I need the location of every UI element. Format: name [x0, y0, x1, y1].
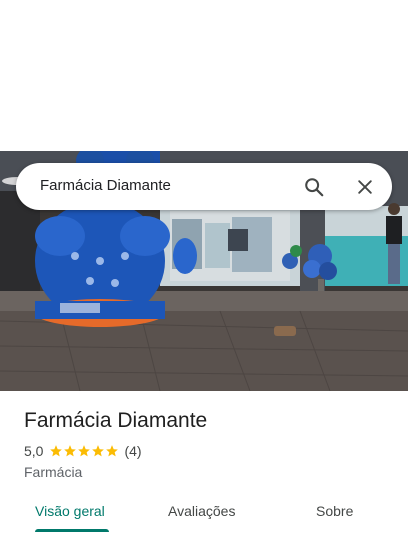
tab-reviews[interactable]: Avaliações: [168, 503, 235, 519]
close-icon: [358, 180, 372, 194]
star-icon: [92, 445, 105, 457]
place-title: Farmácia Diamante: [24, 409, 208, 432]
tab-about[interactable]: Sobre: [316, 503, 353, 519]
star-icon: [106, 445, 119, 457]
place-tabs: Visão geral Avaliações Sobre: [0, 497, 408, 542]
blank-top-area: [0, 0, 408, 151]
star-icon: [78, 445, 91, 457]
star-icon: [50, 445, 63, 457]
star-icon: [64, 445, 77, 457]
rating-row[interactable]: 5,0 (4): [24, 443, 142, 459]
rating-value: 5,0: [24, 443, 44, 459]
search-bar[interactable]: Farmácia Diamante: [16, 163, 392, 210]
star-rating: [49, 444, 119, 458]
reviews-count[interactable]: (4): [124, 443, 141, 459]
tab-overview[interactable]: Visão geral: [35, 503, 105, 519]
place-info-panel: Farmácia Diamante 5,0 (4) Farmácia Visão…: [0, 391, 408, 542]
place-category[interactable]: Farmácia: [24, 464, 82, 480]
search-button[interactable]: [296, 169, 332, 205]
close-button[interactable]: [347, 169, 383, 205]
search-query-text[interactable]: Farmácia Diamante: [40, 177, 171, 194]
active-tab-indicator: [35, 529, 109, 532]
search-icon: [305, 178, 324, 197]
